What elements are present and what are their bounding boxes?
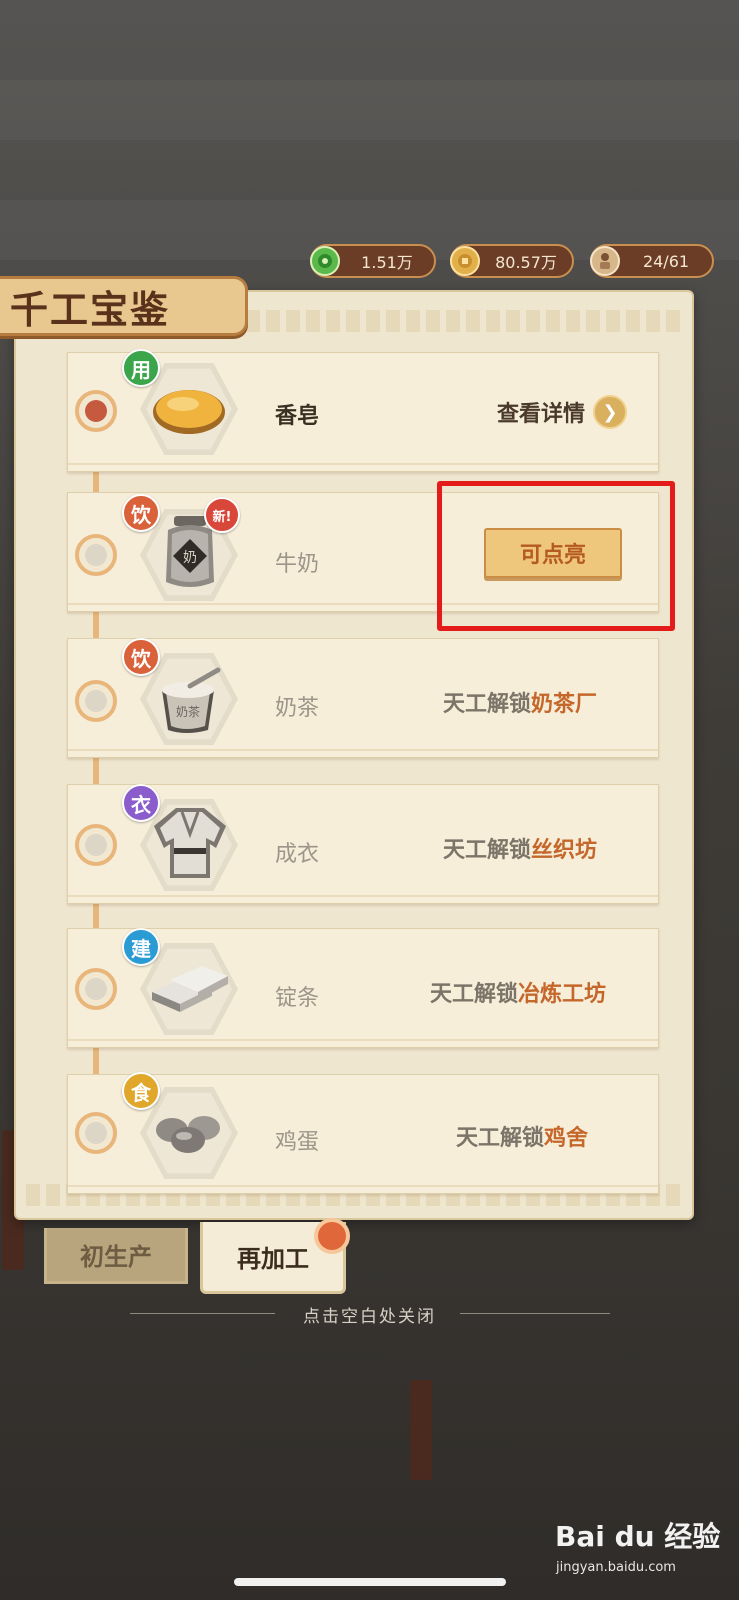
baidu-watermark-logo: Bai du 经验 <box>555 1520 721 1553</box>
worker-icon <box>590 246 620 276</box>
unlock-prefix: 天工解锁 <box>443 838 532 863</box>
unlock-building: 奶茶厂 <box>531 692 598 717</box>
copper-coin-icon <box>450 246 480 276</box>
category-tag-food: 食 <box>122 1072 160 1110</box>
ingot-icon <box>152 966 228 1012</box>
view-details-label: 查看详情 <box>497 402 586 427</box>
item-name-milk-tea: 奶茶 <box>275 696 320 721</box>
unlock-prefix: 天工解锁 <box>443 692 532 717</box>
unlock-requirement: 天工解锁鸡舍 <box>456 1120 588 1152</box>
timeline-node-active <box>75 390 117 432</box>
eggs-icon <box>156 1116 220 1153</box>
garment-icon <box>154 808 226 878</box>
category-tag-drink: 饮 <box>122 494 160 532</box>
item-name-milk: 牛奶 <box>275 552 320 577</box>
background-pillar <box>410 1380 432 1480</box>
timeline-node <box>75 968 117 1010</box>
unlock-requirement: 天工解锁奶茶厂 <box>443 686 597 718</box>
worker-count-value: 24/61 <box>642 251 690 271</box>
baidu-watermark-url: jingyan.baidu.com <box>556 1560 676 1575</box>
unlock-requirement: 天工解锁冶炼工坊 <box>430 976 606 1008</box>
unlock-requirement: 天工解锁丝织坊 <box>443 832 597 864</box>
new-badge: 新! <box>204 497 240 533</box>
category-tag-use: 用 <box>122 349 160 387</box>
svg-text:奶: 奶 <box>183 550 197 566</box>
timeline-node <box>75 1112 117 1154</box>
soap-icon <box>153 390 225 434</box>
unlock-building: 鸡舍 <box>544 1126 589 1151</box>
timeline-node <box>75 680 117 722</box>
category-tag-building: 建 <box>122 928 160 966</box>
notification-dot <box>314 1218 350 1254</box>
timeline-node <box>75 534 117 576</box>
unlock-prefix: 天工解锁 <box>456 1126 545 1151</box>
svg-text:奶茶: 奶茶 <box>176 704 200 719</box>
close-hint: 点击空白处关闭 <box>303 1307 436 1327</box>
jade-coin-icon <box>310 246 340 276</box>
panel-title-banner: 千工宝鉴 <box>0 276 248 336</box>
timeline-node <box>75 824 117 866</box>
item-name-garment: 成衣 <box>275 842 320 867</box>
copper-currency-value: 80.57万 <box>495 253 557 272</box>
unlock-prefix: 天工解锁 <box>430 982 519 1007</box>
jade-currency-value: 1.51万 <box>361 253 413 272</box>
copper-currency-display: 80.57万 <box>450 244 574 278</box>
item-name-soap: 香皂 <box>275 404 320 429</box>
worker-count-display: 24/61 <box>590 244 714 278</box>
panel-border-pattern <box>246 310 682 332</box>
jade-currency-display: 1.51万 <box>310 244 436 278</box>
category-tag-clothing: 衣 <box>122 784 160 822</box>
item-name-ingot: 锭条 <box>275 986 320 1011</box>
unlock-building: 冶炼工坊 <box>518 982 607 1007</box>
item-name-eggs: 鸡蛋 <box>275 1130 320 1155</box>
unlock-building: 丝织坊 <box>531 838 598 863</box>
tab-primary-production[interactable]: 初生产 <box>44 1228 188 1284</box>
chevron-right-icon: ❯ <box>593 395 628 429</box>
view-details-button[interactable]: 查看详情 ❯ <box>497 395 628 429</box>
category-tag-drink: 饮 <box>122 638 160 676</box>
panel-title: 千工宝鉴 <box>10 286 171 332</box>
home-indicator[interactable] <box>234 1578 506 1586</box>
milk-tea-icon: 奶茶 <box>162 667 221 733</box>
highlight-annotation-box <box>437 481 675 631</box>
